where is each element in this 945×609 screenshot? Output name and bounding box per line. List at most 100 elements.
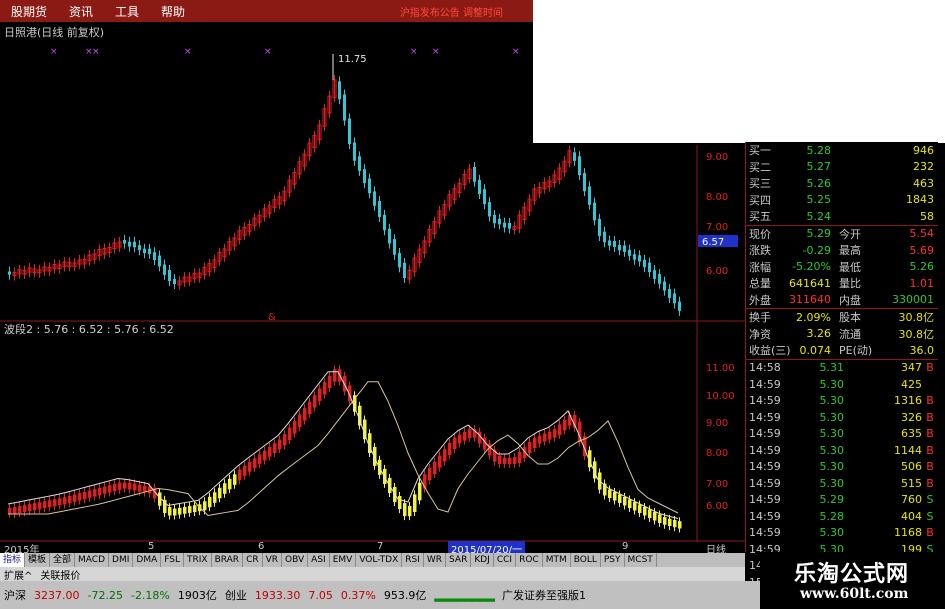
stat-value: 1.01	[909, 276, 935, 290]
stat-label: 股本	[839, 311, 861, 325]
tab-related-quote[interactable]: 关联报价	[36, 567, 84, 582]
trade-side: B	[926, 361, 934, 375]
indicator-bar	[608, 489, 612, 498]
tab-trix[interactable]: TRIX	[184, 553, 212, 567]
index-name[interactable]: 沪深	[0, 587, 30, 603]
trade-time: 14:59	[749, 476, 781, 490]
high-label: 11.75	[338, 54, 367, 65]
tab-dma[interactable]: DMA	[133, 553, 162, 567]
tab-sar[interactable]: SAR	[446, 553, 472, 567]
date-mark: 9	[622, 541, 629, 552]
index-percent: -2.18%	[130, 588, 170, 602]
tab-dmi[interactable]: DMI	[109, 553, 134, 567]
candle-body	[628, 249, 631, 256]
stat-value: 30.8亿	[898, 311, 935, 325]
indicator-bar	[128, 482, 132, 490]
tab-emv[interactable]: EMV	[330, 553, 357, 567]
order-book-row[interactable]: 买三 5.26 463	[746, 175, 938, 192]
trade-row: 14:59 5.30 1144 B	[746, 442, 938, 459]
stat-label: 外盘	[749, 293, 771, 307]
tab-macd[interactable]: MACD	[75, 553, 110, 567]
indicator-tabs: 指标 模板 全部 MACD DMI DMA FSL TRIX BRAR CR VR OBV ASI EMV…	[0, 553, 745, 567]
trade-time: 14:59	[749, 460, 781, 474]
order-book-row[interactable]: 买四 5.25 1843	[746, 192, 938, 209]
trade-price: 5.30	[819, 476, 845, 490]
candle-body	[508, 222, 511, 229]
tab-全部[interactable]: 全部	[50, 553, 76, 567]
tab-obv[interactable]: OBV	[282, 553, 309, 567]
chart-area[interactable]: 9.00 8.00 7.00 6.00 6.57 11.00 10.00 9.00 8.00 7.…	[0, 20, 745, 542]
tab-wr[interactable]: WR	[424, 553, 447, 567]
tab-brar[interactable]: BRAR	[212, 553, 244, 567]
index-percent: 0.37%	[340, 588, 376, 602]
tab-mtm[interactable]: MTM	[543, 553, 571, 567]
candle-body	[353, 142, 356, 161]
indicator-bar	[248, 462, 252, 472]
indicator-bar	[498, 455, 502, 464]
menu-item-news[interactable]: 资讯	[58, 3, 104, 20]
indicator-line-slow	[8, 381, 679, 517]
indicator-bar	[343, 375, 347, 392]
menu-bar: 股期货 资讯 工具 帮助 沪指发布公告 调整时间	[0, 0, 533, 22]
indicator-bar	[133, 483, 137, 491]
tab-mcst[interactable]: MCST	[625, 553, 657, 567]
indicator-bar	[88, 490, 92, 498]
tab-extend[interactable]: 扩展^	[0, 567, 36, 582]
candle-body	[363, 169, 366, 184]
indicator-bar	[548, 431, 552, 440]
tab-fsl[interactable]: FSL	[161, 553, 184, 567]
stat-row: 收益(三) 0.074 PE(动) 36.0	[746, 342, 938, 359]
trade-side: B	[926, 460, 934, 474]
trade-time: 14:59	[749, 427, 781, 441]
candle-body	[583, 173, 586, 192]
candle-body	[348, 118, 351, 144]
tab-vr[interactable]: VR	[263, 553, 283, 567]
order-book-row[interactable]: 买五 5.24 58	[746, 208, 938, 225]
stat-label: 换手	[749, 311, 771, 325]
indicator-tick: 8.00	[706, 448, 728, 459]
tab-cr[interactable]: CR	[243, 553, 263, 567]
indicator-tick: 6.00	[706, 501, 728, 512]
tab-roc[interactable]: ROC	[516, 553, 543, 567]
tab-指标[interactable]: 指标	[0, 553, 26, 567]
indicator-bar	[8, 508, 12, 514]
indicator-bar	[623, 497, 627, 506]
tab-kdj[interactable]: KDJ	[471, 553, 494, 567]
tab-psy[interactable]: PSY	[601, 553, 625, 567]
tab-boll[interactable]: BOLL	[571, 553, 601, 567]
price-tick: 7.00	[706, 222, 728, 233]
indicator-bar	[443, 449, 447, 462]
menu-item-futures[interactable]: 股期货	[0, 3, 58, 20]
indicator-tick: 9.00	[706, 418, 728, 429]
index-change: 7.05	[308, 588, 333, 602]
stat-label: 量比	[839, 277, 861, 291]
order-book-row[interactable]: 买一 5.28 946	[746, 142, 938, 159]
tab-模板[interactable]: 模板	[25, 553, 51, 567]
indicator-bar	[308, 401, 312, 415]
menu-item-help[interactable]: 帮助	[150, 3, 196, 20]
candle-body	[478, 179, 481, 195]
indicator-bar	[258, 454, 262, 465]
tab-asi[interactable]: ASI	[308, 553, 330, 567]
order-book-row[interactable]: 买二 5.27 232	[746, 159, 938, 176]
tab-rsi[interactable]: RSI	[402, 553, 424, 567]
signal-bars: ▂▂▂▂▂▂▂▂	[434, 588, 495, 602]
indicator-bar	[53, 499, 57, 507]
bid-price: 5.28	[806, 143, 832, 157]
stat-value: -5.20%	[792, 260, 831, 274]
indicator-bar	[103, 486, 107, 494]
indicator-bar	[18, 506, 22, 514]
trade-volume: 506	[901, 460, 922, 474]
tab-cci[interactable]: CCI	[494, 553, 517, 567]
stat-label: 最高	[839, 244, 861, 258]
indicator-bar	[218, 487, 222, 499]
candle-body	[578, 156, 581, 176]
indicator-bar	[543, 433, 547, 442]
index-name[interactable]: 创业	[221, 587, 251, 603]
menu-item-tools[interactable]: 工具	[104, 3, 150, 20]
candle-body	[133, 241, 136, 248]
candle-body	[153, 252, 156, 261]
tab-vol-tdx[interactable]: VOL-TDX	[356, 553, 403, 567]
indicator-bar	[428, 468, 432, 481]
indicator-bar	[618, 494, 622, 503]
